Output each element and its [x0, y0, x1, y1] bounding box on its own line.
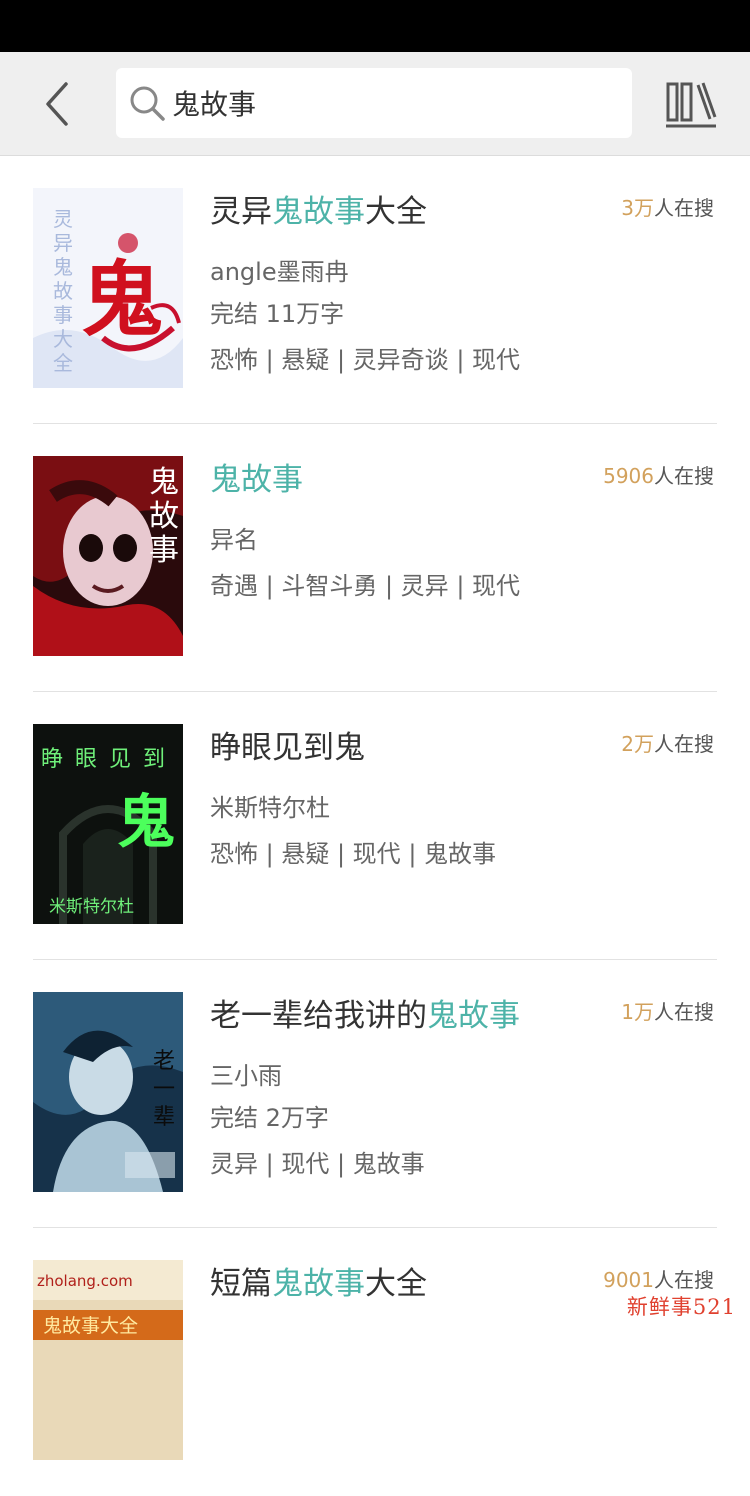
- book-title[interactable]: 睁眼见到鬼: [210, 722, 365, 767]
- book-status: 完结 11万字: [210, 300, 345, 328]
- cover-vertical-text: 睁: [41, 747, 63, 772]
- cover-vertical-text: 异: [53, 231, 73, 255]
- title-highlight: 鬼故事: [427, 998, 520, 1034]
- book-tags: 奇遇 | 斗智斗勇 | 灵异 | 现代: [210, 572, 521, 600]
- cover-vertical-text: 老: [153, 1049, 175, 1074]
- search-count-number: 3万: [621, 196, 654, 220]
- search-count-label: 人在搜: [654, 1268, 714, 1292]
- watermark: 新鲜事521: [626, 1295, 736, 1319]
- search-count-label: 人在搜: [654, 1000, 714, 1024]
- cover-vertical-text: 一: [153, 1077, 175, 1102]
- search-count: 2万人在搜: [621, 728, 714, 757]
- result-item[interactable]: 灵 异 鬼 故 事 大 全 鬼 灵异鬼故事大全 3万人在搜 angle墨雨冉 完…: [0, 156, 750, 424]
- cover-vertical-text: 鬼: [53, 255, 73, 279]
- book-title[interactable]: 短篇鬼故事大全: [210, 1258, 427, 1303]
- title-text: 大全: [365, 194, 427, 230]
- chevron-left-icon: [46, 82, 68, 126]
- cover-vertical-text: 辈: [153, 1105, 175, 1130]
- search-count-number: 9001: [603, 1268, 654, 1292]
- cover-author-text: 米斯特尔杜: [49, 897, 134, 917]
- cover-vertical-text: 灵: [53, 207, 73, 231]
- search-count: 5906人在搜: [603, 460, 714, 489]
- book-author: 异名: [210, 526, 258, 554]
- title-text: 短篇: [210, 1266, 272, 1302]
- title-text: 老一辈给我讲的: [210, 998, 427, 1034]
- book-author: 三小雨: [210, 1062, 282, 1090]
- cover-vertical-text: 事: [149, 533, 179, 568]
- cover-vertical-text: 事: [53, 303, 73, 327]
- search-count: 3万人在搜: [621, 192, 714, 221]
- search-count-label: 人在搜: [654, 196, 714, 220]
- book-tags: 灵异 | 现代 | 鬼故事: [210, 1150, 425, 1178]
- search-count-label: 人在搜: [654, 732, 714, 756]
- title-highlight: 鬼故事: [272, 194, 365, 230]
- cover-vertical-text: 大: [53, 327, 73, 351]
- book-author: angle墨雨冉: [210, 258, 349, 286]
- bookshelf-button[interactable]: [664, 78, 718, 130]
- book-tags: 恐怖 | 悬疑 | 现代 | 鬼故事: [210, 840, 497, 868]
- result-item[interactable]: zholang.com 鬼故事大全 短篇鬼故事大全 9001人在搜: [0, 1228, 750, 1496]
- book-author: 米斯特尔杜: [210, 794, 330, 822]
- book-cover[interactable]: 灵 异 鬼 故 事 大 全 鬼: [33, 188, 183, 388]
- title-text: 灵异: [210, 194, 272, 230]
- search-box[interactable]: [116, 68, 632, 138]
- search-input[interactable]: [172, 78, 612, 128]
- cover-vertical-text: 故: [53, 279, 73, 303]
- cover-vertical-text: 故: [149, 499, 179, 534]
- title-highlight: 鬼故事: [210, 462, 303, 498]
- search-count-number: 1万: [621, 1000, 654, 1024]
- title-text: 大全: [365, 1266, 427, 1302]
- book-cover[interactable]: 老 一 辈: [33, 992, 183, 1192]
- result-item[interactable]: 鬼 故 事 鬼故事 5906人在搜 异名 奇遇 | 斗智斗勇 | 灵异 | 现代: [0, 424, 750, 692]
- result-item[interactable]: 老 一 辈 老一辈给我讲的鬼故事 1万人在搜 三小雨 完结 2万字 灵异 | 现…: [0, 960, 750, 1228]
- bookshelf-icon: [666, 82, 717, 128]
- book-tags: 恐怖 | 悬疑 | 灵异奇谈 | 现代: [210, 346, 521, 374]
- cover-vertical-text: 见: [109, 747, 131, 772]
- title-highlight: 鬼故事: [272, 1266, 365, 1302]
- book-cover[interactable]: 鬼 故 事: [33, 456, 183, 656]
- back-button[interactable]: [28, 74, 88, 134]
- book-cover[interactable]: zholang.com 鬼故事大全: [33, 1260, 183, 1460]
- search-count: 1万人在搜: [621, 996, 714, 1025]
- book-status: 完结 2万字: [210, 1104, 329, 1132]
- search-count: 9001人在搜: [603, 1264, 714, 1293]
- cover-big-character: 鬼: [81, 253, 163, 348]
- status-bar: [0, 0, 750, 52]
- book-title[interactable]: 老一辈给我讲的鬼故事: [210, 990, 520, 1035]
- search-count-number: 5906: [603, 464, 654, 488]
- result-item[interactable]: 睁 眼 见 到 鬼 米斯特尔杜 睁眼见到鬼 2万人在搜 米斯特尔杜 恐怖 | 悬…: [0, 692, 750, 960]
- search-count-label: 人在搜: [654, 464, 714, 488]
- book-title[interactable]: 灵异鬼故事大全: [210, 186, 427, 231]
- book-title[interactable]: 鬼故事: [210, 454, 303, 499]
- book-cover[interactable]: 睁 眼 见 到 鬼 米斯特尔杜: [33, 724, 183, 924]
- title-text: 睁眼见到鬼: [210, 730, 365, 766]
- cover-big-character: 鬼: [117, 788, 175, 856]
- cover-title-text: 鬼故事大全: [43, 1315, 138, 1337]
- search-count-number: 2万: [621, 732, 654, 756]
- search-icon: [130, 86, 165, 121]
- cover-vertical-text: 眼: [75, 747, 97, 772]
- cover-vertical-text: 到: [143, 747, 165, 772]
- cover-vertical-text: 全: [53, 351, 73, 375]
- search-header: [0, 52, 750, 156]
- cover-site-text: zholang.com: [37, 1272, 133, 1290]
- cover-vertical-text: 鬼: [149, 465, 179, 500]
